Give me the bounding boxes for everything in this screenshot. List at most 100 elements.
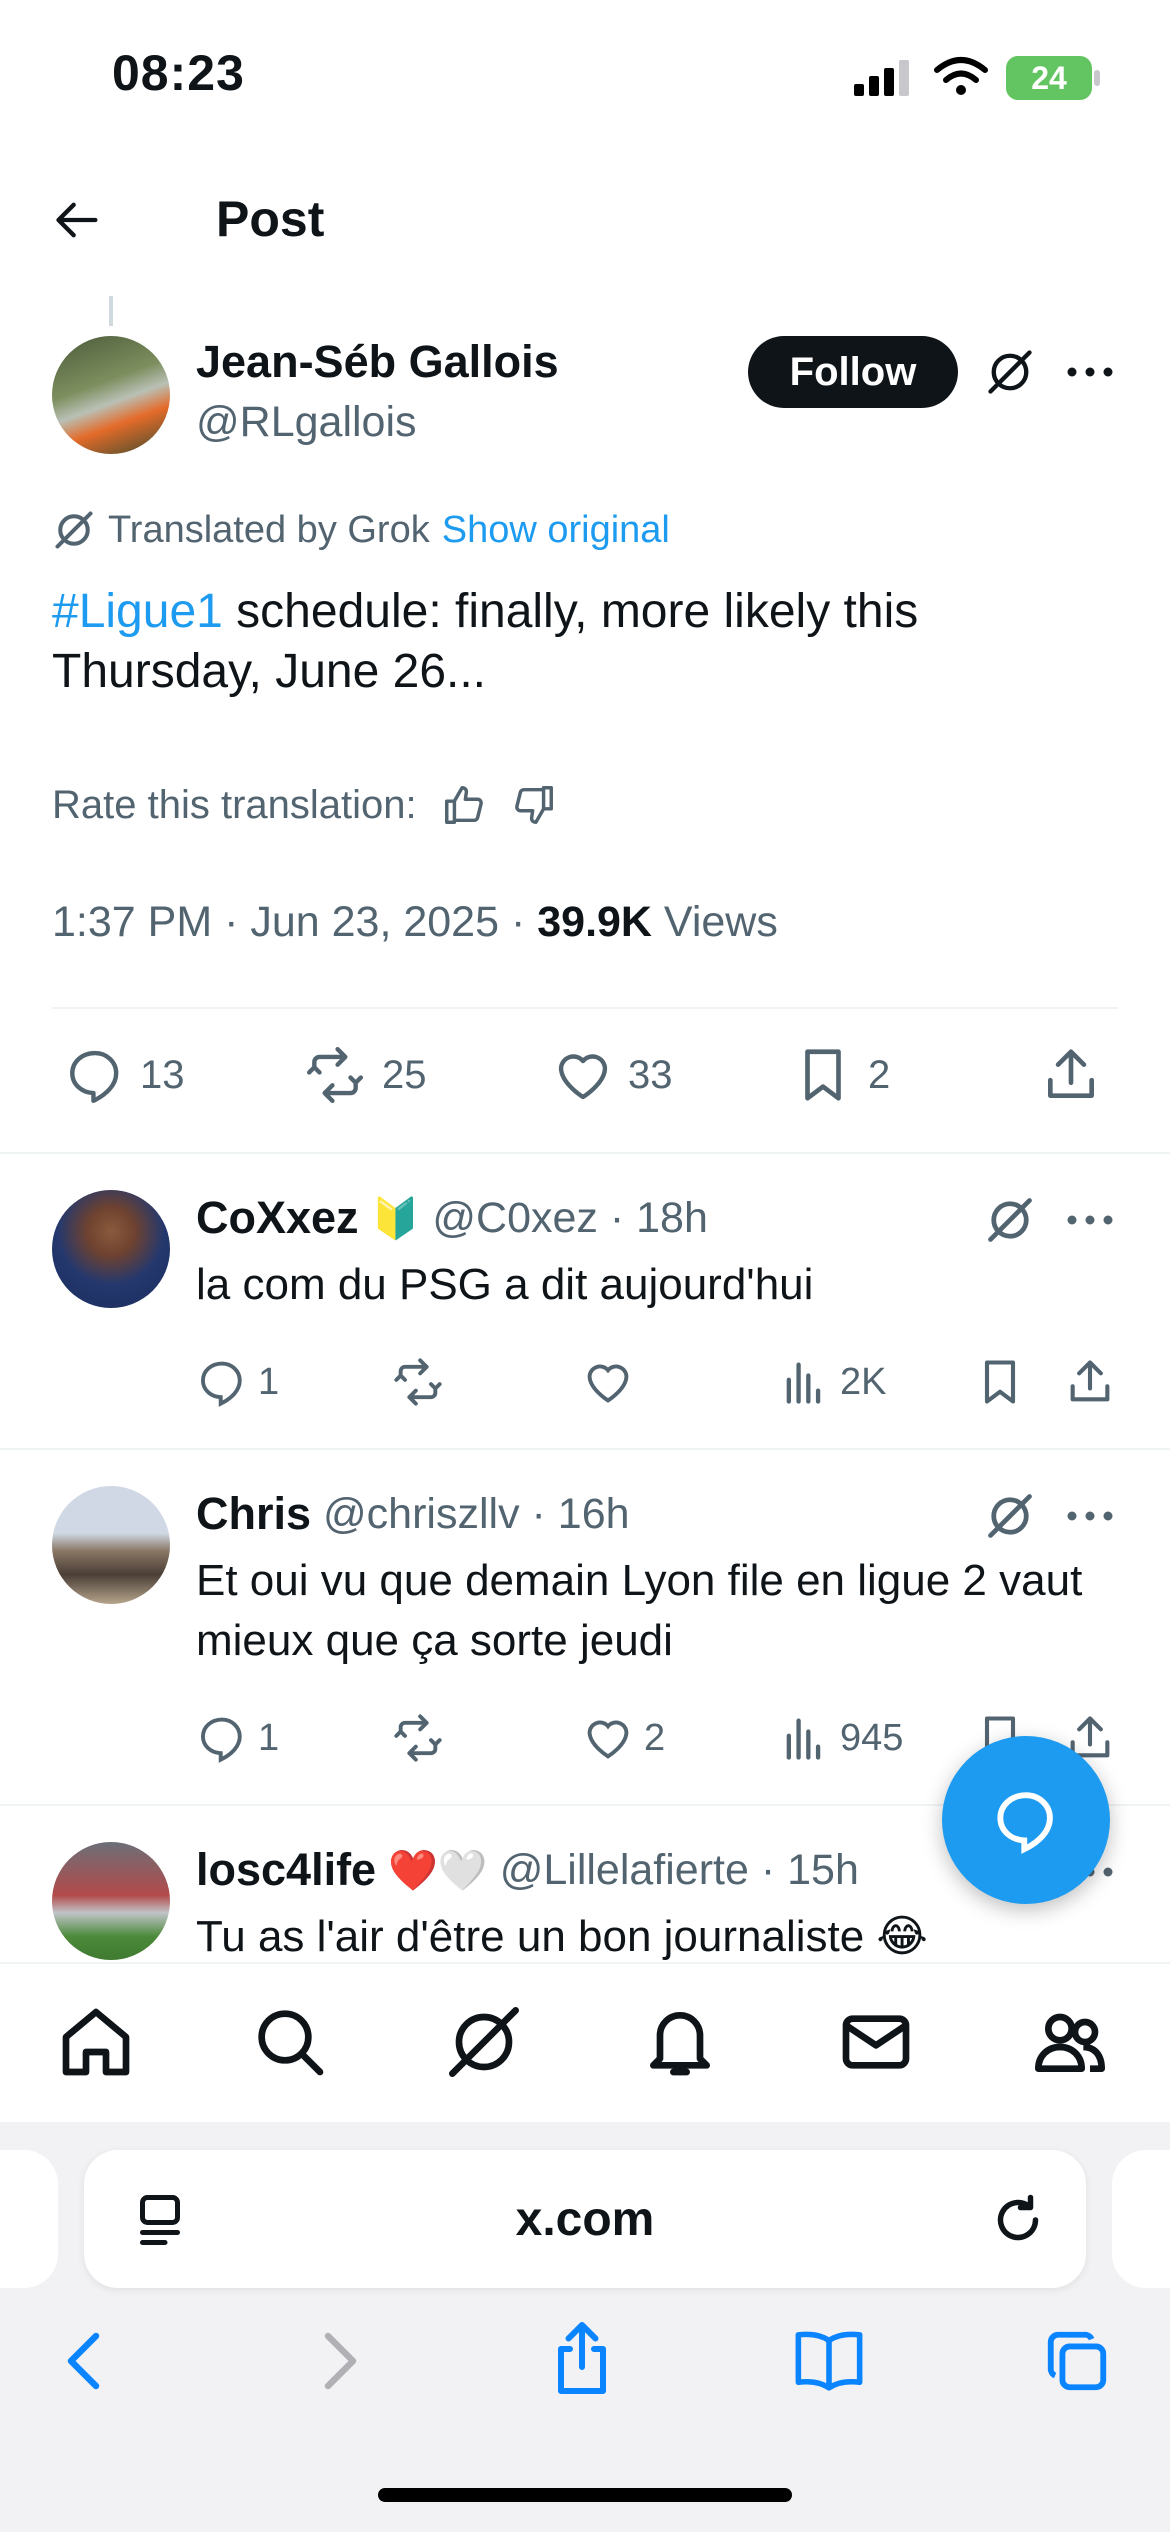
reply-button[interactable]: 1	[196, 1356, 279, 1408]
thumbs-up-icon[interactable]	[441, 782, 487, 828]
reply-count: 1	[258, 1360, 280, 1403]
status-time: 08:23	[112, 45, 245, 101]
author-name[interactable]: Jean-Séb Gallois	[196, 336, 559, 388]
reload-icon[interactable]	[988, 2190, 1048, 2250]
share-icon[interactable]	[546, 2318, 618, 2398]
repost-icon	[394, 1714, 442, 1762]
share-button[interactable]	[1040, 1044, 1102, 1106]
bottom-tab-bar	[0, 1962, 1170, 2122]
views-count: 945	[840, 1716, 904, 1759]
repost-icon	[306, 1046, 364, 1104]
heart-icon	[558, 1054, 608, 1100]
home-icon[interactable]	[56, 2002, 136, 2082]
reply-author-name[interactable]: CoXxez	[196, 1192, 359, 1244]
reply-icon	[200, 1717, 242, 1763]
author-avatar[interactable]	[52, 336, 170, 454]
notifications-bell-icon[interactable]	[640, 2002, 720, 2082]
analytics-icon	[786, 1362, 821, 1404]
more-options-icon[interactable]	[1066, 358, 1114, 386]
home-indicator	[378, 2488, 792, 2502]
repost-button[interactable]: 25	[302, 1044, 427, 1106]
back-arrow-icon[interactable]	[52, 194, 104, 246]
reply-author-name[interactable]: Chris	[196, 1488, 311, 1540]
reply-count: 13	[140, 1052, 185, 1097]
communities-icon[interactable]	[1030, 2002, 1110, 2082]
battery-level: 24	[1031, 59, 1067, 96]
page-title: Post	[216, 191, 325, 247]
divider	[0, 1448, 1170, 1450]
hearts-badge: ❤️🤍	[388, 1848, 488, 1893]
analytics-icon	[786, 1718, 821, 1760]
grok-icon[interactable]	[984, 1194, 1036, 1246]
forward-chevron-icon[interactable]	[308, 2326, 368, 2396]
reply-avatar[interactable]	[52, 1486, 170, 1604]
share-icon	[1070, 1360, 1110, 1402]
bookmark-icon	[984, 1360, 1016, 1404]
beginner-badge: 🔰	[370, 1196, 421, 1241]
grok-icon[interactable]	[984, 346, 1036, 398]
reply-header: CoXxez 🔰 @C0xez · 18h	[196, 1192, 708, 1244]
hashtag-link[interactable]: #Ligue1	[52, 585, 223, 638]
heart-icon	[587, 1364, 629, 1403]
bookmark-button[interactable]	[974, 1356, 1026, 1408]
rate-translation-row: Rate this translation:	[52, 782, 557, 828]
tabs-icon[interactable]	[1040, 2326, 1114, 2396]
battery-tip	[1094, 70, 1100, 86]
reply-avatar[interactable]	[52, 1842, 170, 1960]
reply-text: Tu as l'air d'être un bon journaliste 😂	[196, 1912, 928, 1961]
search-icon[interactable]	[250, 2002, 330, 2082]
translation-row: Translated by Grok Show original	[52, 508, 670, 552]
share-button[interactable]	[1064, 1356, 1116, 1408]
reply-meta: @chriszllv · 16h	[323, 1489, 630, 1538]
reply-header: losc4life ❤️🤍 @Lillelafierte · 15h	[196, 1844, 859, 1896]
follow-button[interactable]: Follow	[748, 336, 958, 408]
author-handle[interactable]: @RLgallois	[196, 398, 417, 447]
repost-button[interactable]	[390, 1356, 446, 1408]
reply-text: la com du PSG a dit aujourd'hui	[196, 1260, 814, 1309]
grok-icon[interactable]	[444, 2002, 524, 2082]
show-original-link[interactable]: Show original	[442, 509, 670, 552]
like-button[interactable]: 2	[582, 1712, 665, 1764]
divider	[52, 1007, 1118, 1009]
reply-author-name[interactable]: losc4life	[196, 1844, 376, 1896]
more-options-icon[interactable]	[1066, 1206, 1114, 1234]
chat-bubble-icon	[997, 1792, 1053, 1854]
heart-icon	[587, 1720, 629, 1759]
views-button[interactable]: 2K	[778, 1356, 886, 1408]
thumbs-down-icon[interactable]	[511, 782, 557, 828]
reply-icon	[70, 1050, 119, 1104]
reply-meta: @Lillelafierte · 15h	[499, 1845, 859, 1894]
more-options-icon[interactable]	[1066, 1502, 1114, 1530]
like-count: 33	[628, 1052, 673, 1097]
reply-meta: @C0xez · 18h	[432, 1193, 708, 1242]
translated-by-label: Translated by Grok	[108, 508, 430, 551]
like-button[interactable]: 33	[552, 1044, 673, 1106]
grok-icon[interactable]	[984, 1490, 1036, 1542]
post-text: #Ligue1 schedule: finally, more likely t…	[52, 582, 1132, 702]
reply-button[interactable]: 1	[196, 1712, 279, 1764]
bookmark-count: 2	[868, 1052, 891, 1097]
bookmark-button[interactable]: 2	[792, 1044, 890, 1106]
views-label: Views	[651, 898, 778, 946]
post-timestamp: 1:37 PM · Jun 23, 2025 ·	[52, 898, 538, 946]
reply-icon	[200, 1361, 242, 1407]
repost-count: 25	[382, 1052, 427, 1097]
grok-icon	[55, 511, 93, 549]
messages-mail-icon[interactable]	[836, 2002, 916, 2082]
signal-icon	[854, 60, 909, 96]
battery-icon: 24	[1006, 56, 1092, 100]
views-count: 39.9K	[537, 898, 652, 946]
like-button[interactable]	[582, 1356, 634, 1408]
reply-count: 1	[258, 1716, 280, 1759]
bookmarks-book-icon[interactable]	[790, 2326, 868, 2394]
views-button[interactable]: 945	[778, 1712, 903, 1764]
reply-text: Et oui vu que demain Lyon file en ligue …	[196, 1556, 1083, 1665]
reply-avatar[interactable]	[52, 1190, 170, 1308]
compose-reply-button[interactable]	[942, 1736, 1110, 1904]
wifi-icon	[934, 57, 988, 95]
repost-button[interactable]	[390, 1712, 446, 1764]
divider	[0, 1152, 1170, 1154]
post-meta: 1:37 PM · Jun 23, 2025 · 39.9K Views	[52, 898, 778, 947]
back-chevron-icon[interactable]	[56, 2326, 116, 2396]
reply-button[interactable]: 13	[64, 1044, 185, 1106]
